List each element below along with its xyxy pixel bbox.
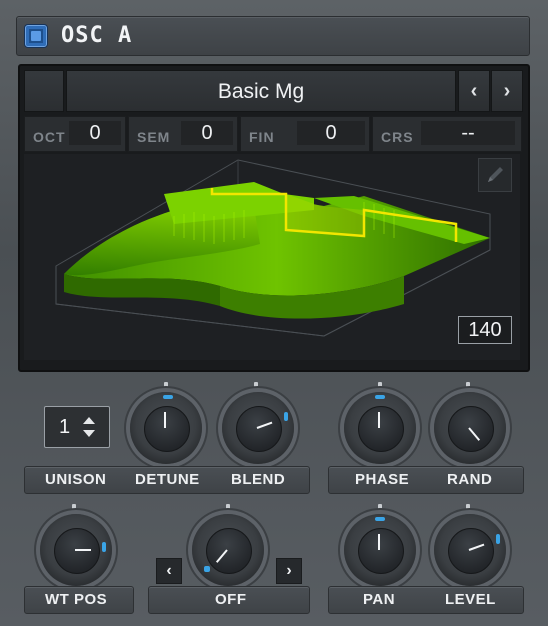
- param-crs: CRS --: [372, 116, 522, 152]
- pencil-icon[interactable]: [478, 158, 512, 192]
- phase-knob[interactable]: [344, 392, 416, 464]
- pan-label: PAN: [363, 591, 396, 608]
- param-sem: SEM 0: [128, 116, 238, 152]
- wt-pos-pointer: [75, 549, 91, 551]
- unison-value: 1: [59, 416, 71, 438]
- pan-indicator: [375, 517, 385, 521]
- chevron-right-icon: ›: [286, 562, 292, 579]
- detune-pointer: [164, 412, 166, 428]
- rand-tick: [466, 382, 470, 389]
- detune-indicator: [163, 395, 173, 399]
- stepper-arrows-icon[interactable]: [79, 413, 99, 441]
- level-knob[interactable]: [434, 514, 506, 586]
- pan-knob-cap: [358, 528, 404, 574]
- level-label: LEVEL: [445, 591, 496, 608]
- wt-pos-knob[interactable]: [40, 514, 112, 586]
- unison-stepper[interactable]: 1: [44, 406, 110, 448]
- pan-pointer: [378, 534, 380, 550]
- phase-label: PHASE: [355, 471, 410, 488]
- param-oct-label: OCT: [33, 129, 66, 145]
- pan-tick: [378, 504, 382, 511]
- osc-power-toggle[interactable]: [25, 25, 47, 47]
- phase-rand-label-bar: PHASE RAND: [328, 466, 524, 494]
- off-knob[interactable]: [192, 514, 264, 586]
- off-knob-cap: [206, 528, 252, 574]
- detune-tick: [164, 382, 168, 389]
- param-crs-label: CRS: [381, 129, 414, 145]
- level-knob-cap: [448, 528, 494, 574]
- param-fin-label: FIN: [249, 129, 275, 145]
- osc-title: OSC A: [61, 23, 133, 48]
- param-crs-value[interactable]: --: [421, 121, 515, 145]
- phase-tick: [378, 382, 382, 389]
- wt-pos-label-bar: WT POS: [24, 586, 134, 614]
- pan-knob[interactable]: [344, 514, 416, 586]
- blend-label: BLEND: [231, 471, 286, 488]
- level-indicator: [496, 534, 500, 544]
- blend-tick: [254, 382, 258, 389]
- param-oct-value[interactable]: 0: [69, 121, 121, 145]
- off-next-button[interactable]: ›: [276, 558, 302, 584]
- wavetable-menu-button[interactable]: [24, 70, 64, 112]
- chevron-left-icon: ‹: [166, 562, 172, 579]
- wt-pos-knob-cap: [54, 528, 100, 574]
- wavetable-next-button[interactable]: ›: [491, 70, 523, 112]
- detune-knob-cap: [144, 406, 190, 452]
- wavetable-3d-view[interactable]: 140: [24, 154, 520, 360]
- phase-indicator: [375, 395, 385, 399]
- param-sem-value[interactable]: 0: [181, 121, 233, 145]
- chevron-left-icon: ‹: [470, 80, 478, 102]
- detune-label: DETUNE: [135, 471, 200, 488]
- pitch-params-row: OCT 0 SEM 0 FIN 0 CRS --: [24, 116, 524, 152]
- unison-label: UNISON: [45, 471, 107, 488]
- wavetable-position-value[interactable]: 140: [458, 316, 512, 344]
- off-label: OFF: [215, 591, 247, 608]
- wt-pos-tick: [72, 504, 76, 511]
- param-fin: FIN 0: [240, 116, 370, 152]
- off-prev-button[interactable]: ‹: [156, 558, 182, 584]
- phase-knob-cap: [358, 406, 404, 452]
- osc-header: OSC A: [16, 16, 530, 56]
- blend-knob[interactable]: [222, 392, 294, 464]
- wavetable-selector-row: Basic Mg ‹ ›: [24, 70, 524, 112]
- level-tick: [466, 504, 470, 511]
- off-tick: [226, 504, 230, 511]
- pan-level-label-bar: PAN LEVEL: [328, 586, 524, 614]
- param-sem-label: SEM: [137, 129, 171, 145]
- phase-pointer: [378, 412, 380, 428]
- off-label-bar[interactable]: OFF: [148, 586, 310, 614]
- wt-pos-label: WT POS: [45, 591, 108, 608]
- oscillator-panel: OSC A Basic Mg ‹ › OCT 0 SEM 0 FIN 0 CRS…: [0, 0, 548, 626]
- off-indicator: [204, 566, 210, 572]
- chevron-right-icon: ›: [503, 80, 511, 102]
- wavetable-frame: Basic Mg ‹ › OCT 0 SEM 0 FIN 0 CRS -- 14…: [18, 64, 530, 372]
- rand-knob[interactable]: [434, 392, 506, 464]
- blend-indicator: [284, 412, 288, 421]
- wt-pos-indicator: [102, 542, 106, 552]
- detune-knob[interactable]: [130, 392, 202, 464]
- unison-detune-blend-label-bar: UNISON DETUNE BLEND: [24, 466, 310, 494]
- blend-knob-cap: [236, 406, 282, 452]
- wavetable-name-box[interactable]: Basic Mg: [66, 70, 456, 112]
- wavetable-graphic: [55, 159, 491, 337]
- param-fin-value[interactable]: 0: [297, 121, 365, 145]
- param-oct: OCT 0: [24, 116, 126, 152]
- rand-label: RAND: [447, 471, 493, 488]
- wavetable-prev-button[interactable]: ‹: [458, 70, 490, 112]
- wavetable-name: Basic Mg: [217, 80, 305, 103]
